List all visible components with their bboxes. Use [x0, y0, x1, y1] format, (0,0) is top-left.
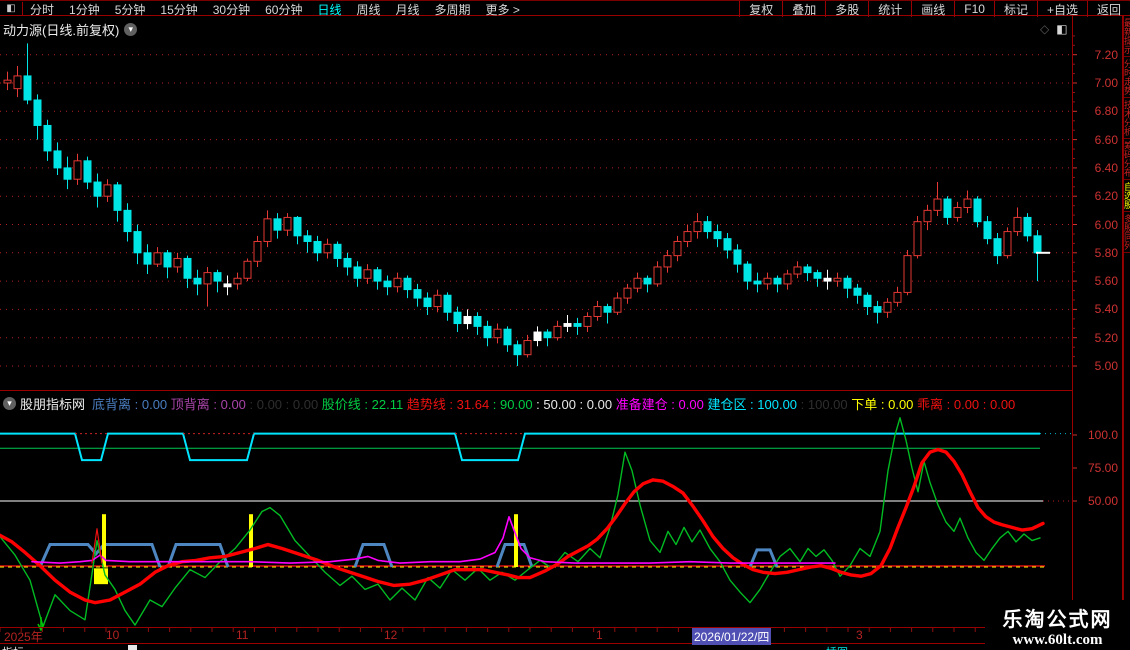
- upper-band-line: [0, 432, 1040, 462]
- indicator-field-8: : 0.00: [579, 396, 616, 412]
- period-item-8[interactable]: 月线: [396, 1, 420, 18]
- indicator-field-2: : 0.00: [249, 396, 286, 412]
- indicator-field-12: 下单 : 0.00: [851, 396, 918, 412]
- price-tick-label: 7.00: [1094, 76, 1118, 90]
- sidebar-strip-item-2[interactable]: 技术分析: [1124, 98, 1130, 139]
- crosshair-date-label: 2026/01/22/四: [692, 628, 772, 645]
- watermark-url: www.60lt.com: [1012, 632, 1103, 648]
- indicator-field-0: 底背离 : 0.00: [92, 396, 171, 412]
- hold-zone-humps: [38, 543, 779, 568]
- price-tick-label: 5.40: [1094, 302, 1118, 317]
- action-item-0[interactable]: 复权: [739, 1, 782, 17]
- clipped-bottom-row: 指标 插图: [0, 644, 1130, 650]
- indicator-tick-label: 50.00: [1087, 494, 1118, 508]
- action-item-3[interactable]: 统计: [868, 1, 911, 17]
- action-menu: 复权 叠加 多股 统计 画线 F10 标记 +自选 返回: [739, 1, 1130, 17]
- period-item-9[interactable]: 多周期: [435, 1, 471, 18]
- watermark: 乐淘公式网 www.60lt.com: [985, 600, 1130, 650]
- indicator-field-3: : 0.00: [285, 396, 322, 412]
- price-tick-label: 6.40: [1094, 160, 1118, 175]
- period-item-2[interactable]: 5分钟: [115, 1, 146, 18]
- indicator-pane: [0, 417, 1077, 632]
- chevron-down-icon[interactable]: ▾: [124, 23, 138, 36]
- price-gridlines: [0, 35, 1077, 367]
- date-tick-label: 10: [106, 628, 120, 642]
- price-tick-label: 6.80: [1094, 104, 1118, 119]
- price-tick-label: 5.60: [1094, 274, 1118, 289]
- date-axis[interactable]: 2025年 10 11 12 1 2026/01/22/四 3: [0, 628, 1072, 645]
- sidebar-strip-item-3[interactable]: 筹码分布: [1124, 139, 1130, 180]
- price-tick-label: 6.60: [1094, 132, 1118, 147]
- price-tick-label: 5.00: [1094, 359, 1118, 373]
- indicator-field-5: 趋势线 : 31.64: [406, 396, 493, 412]
- sidebar-strip-item-1[interactable]: 分时走势: [1124, 57, 1130, 98]
- action-item-6[interactable]: 标记: [993, 1, 1037, 17]
- app-window: ◧ 分时 1分钟 5分钟 15分钟 30分钟 60分钟 日线 周线 月线 多周期 更多 > 复权 叠加…: [0, 0, 1130, 650]
- diamond-icon[interactable]: ◇: [1040, 22, 1049, 36]
- action-item-5[interactable]: F10: [954, 1, 994, 17]
- indicator-series-1: [0, 447, 1045, 605]
- sidebar-strip-item-5[interactable]: 多股同列: [1124, 212, 1130, 253]
- indicator-field-1: 顶背离 : 0.00: [170, 396, 250, 412]
- clipped-cyan-fragment: 插图: [826, 644, 848, 650]
- period-item-1[interactable]: 1分钟: [69, 1, 100, 18]
- period-item-3[interactable]: 15分钟: [160, 1, 197, 18]
- action-item-4[interactable]: 画线: [911, 1, 954, 17]
- signal-bar: [249, 514, 253, 567]
- right-sidebar-strip[interactable]: 最新提示 分时走势 技术分析 筹码分布 自选股 多股同列: [1123, 16, 1130, 650]
- price-tick-label: 7.20: [1094, 47, 1118, 62]
- panel-layout-icon[interactable]: ◧: [1056, 22, 1067, 36]
- candles: [3, 43, 1042, 366]
- chart-corner-icons: ◇ ◧: [1040, 22, 1068, 36]
- period-item-4[interactable]: 30分钟: [213, 1, 250, 18]
- indicator-field-10: 建仓区 : 100.00: [707, 396, 801, 412]
- period-menu: 分时 1分钟 5分钟 15分钟 30分钟 60分钟 日线 周线 月线 多周期 更多 >: [30, 1, 520, 17]
- price-tick-label: 6.20: [1094, 189, 1118, 204]
- indicator-field-9: 准备建仓 : 0.00: [615, 396, 708, 412]
- indicator-values: 底背离 : 0.00 顶背离 : 0.00 : 0.00 : 0.00 股价线 …: [92, 394, 1015, 414]
- chart-title-row[interactable]: 动力源(日线.前复权) ▾: [3, 20, 138, 39]
- action-item-7[interactable]: +自选: [1036, 1, 1087, 17]
- clipped-box-fragment: [128, 645, 137, 650]
- price-tick-label: 6.00: [1094, 217, 1118, 232]
- indicator-field-4: 股价线 : 22.11: [321, 396, 407, 412]
- sidebar-strip-item-0[interactable]: 最新提示: [1124, 16, 1130, 57]
- period-item-6[interactable]: 日线: [317, 1, 341, 18]
- last-price-dash: [1036, 251, 1050, 254]
- indicator-tick-label: 100.0: [1087, 428, 1118, 442]
- date-tick-label: 12: [384, 628, 398, 642]
- date-tick-label: 11: [236, 628, 249, 642]
- watermark-title: 乐淘公式网: [1002, 609, 1113, 631]
- price-tick-label: 5.80: [1094, 245, 1118, 260]
- collapse-chevron-icon[interactable]: ▾: [3, 397, 16, 410]
- period-item-5[interactable]: 60分钟: [265, 1, 302, 18]
- price-tick-label: 5.20: [1094, 330, 1118, 345]
- indicator-name[interactable]: 股朋指标网: [20, 394, 85, 413]
- action-item-8[interactable]: 返回: [1086, 1, 1130, 17]
- axis-bottom-border: [0, 643, 1122, 644]
- page-title: 动力源(日线.前复权): [3, 23, 120, 38]
- action-item-1[interactable]: 叠加: [782, 1, 825, 17]
- date-tick-label: 3: [856, 628, 863, 642]
- indicator-header: ▾ 股朋指标网 底背离 : 0.00 顶背离 : 0.00 : 0.00 : 0…: [0, 391, 1073, 416]
- indicator-field-6: : 90.00: [492, 396, 537, 412]
- period-item-7[interactable]: 周线: [356, 1, 380, 18]
- date-tick-label: 2025年: [4, 630, 43, 644]
- date-tick-label: 1: [596, 628, 603, 642]
- action-item-2[interactable]: 多股: [825, 1, 868, 17]
- period-item-10[interactable]: 更多 >: [486, 1, 520, 18]
- indicator-field-7: : 50.00: [536, 396, 580, 412]
- period-item-0[interactable]: 分时: [30, 1, 54, 18]
- window-split-icon[interactable]: ◧: [0, 2, 23, 16]
- indicator-field-13: 乖离 : 0.00 : 0.00: [917, 396, 1016, 412]
- right-axis-border: [1072, 16, 1073, 643]
- chart-canvas: [0, 35, 1077, 632]
- indicator-tick-label: 75.00: [1087, 461, 1118, 475]
- indicator-field-11: : 100.00: [800, 396, 852, 412]
- top-toolbar: ◧ 分时 1分钟 5分钟 15分钟 30分钟 60分钟 日线 周线 月线 多周期 更多 > 复权 叠加…: [0, 0, 1130, 17]
- sidebar-strip-item-4[interactable]: 自选股: [1124, 180, 1130, 212]
